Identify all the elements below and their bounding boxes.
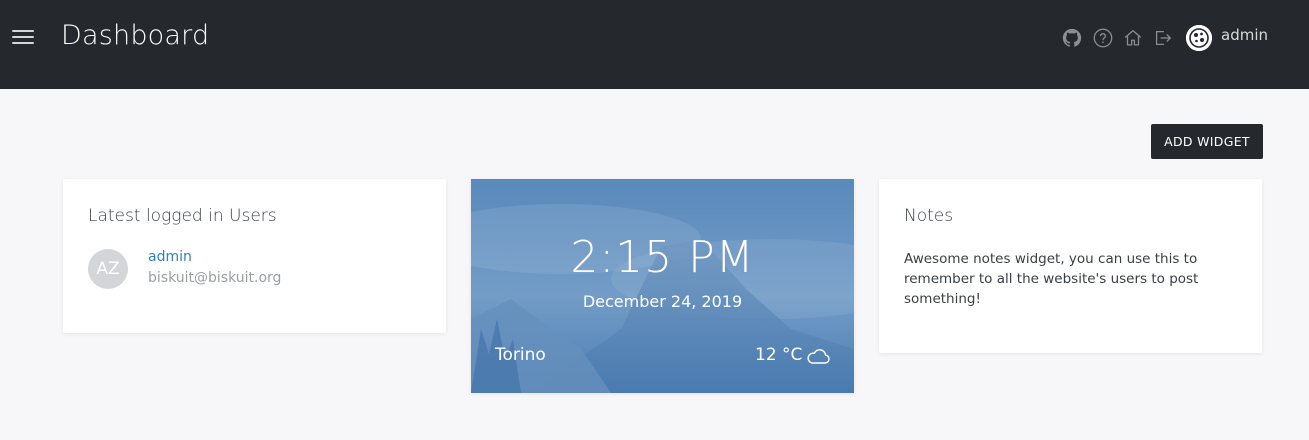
latest-users-widget: Latest logged in Users AZ admin biskuit@… bbox=[63, 179, 446, 333]
add-widget-button[interactable]: ADD WIDGET bbox=[1151, 124, 1263, 159]
top-navbar: Dashboard admin bbox=[0, 0, 1309, 89]
home-icon[interactable] bbox=[1122, 27, 1144, 49]
user-email: biskuit@biskuit.org bbox=[148, 270, 282, 286]
cloud-icon bbox=[805, 346, 831, 366]
widget-title: Notes bbox=[904, 206, 954, 226]
page-title: Dashboard bbox=[61, 20, 210, 51]
logout-icon[interactable] bbox=[1152, 27, 1174, 49]
notes-text: Awesome notes widget, you can use this t… bbox=[904, 251, 1199, 307]
clock-widget: 2:15 PM December 24, 2019 Torino 12 °C bbox=[471, 179, 854, 393]
github-icon[interactable] bbox=[1061, 27, 1083, 49]
weather-city: Torino bbox=[495, 345, 546, 365]
clock-date: December 24, 2019 bbox=[582, 292, 743, 311]
avatar: AZ bbox=[88, 249, 128, 289]
user-avatar-icon[interactable] bbox=[1186, 25, 1212, 51]
menu-icon[interactable] bbox=[11, 27, 35, 47]
user-name-link[interactable]: admin bbox=[148, 249, 192, 265]
weather-temperature: 12 °C bbox=[755, 345, 803, 365]
clock-time: 2:15 PM bbox=[570, 232, 755, 283]
widget-title: Latest logged in Users bbox=[88, 206, 277, 226]
help-icon[interactable] bbox=[1092, 27, 1114, 49]
notes-widget: Notes Awesome notes widget, you can use … bbox=[879, 179, 1262, 353]
header-username[interactable]: admin bbox=[1221, 26, 1268, 44]
